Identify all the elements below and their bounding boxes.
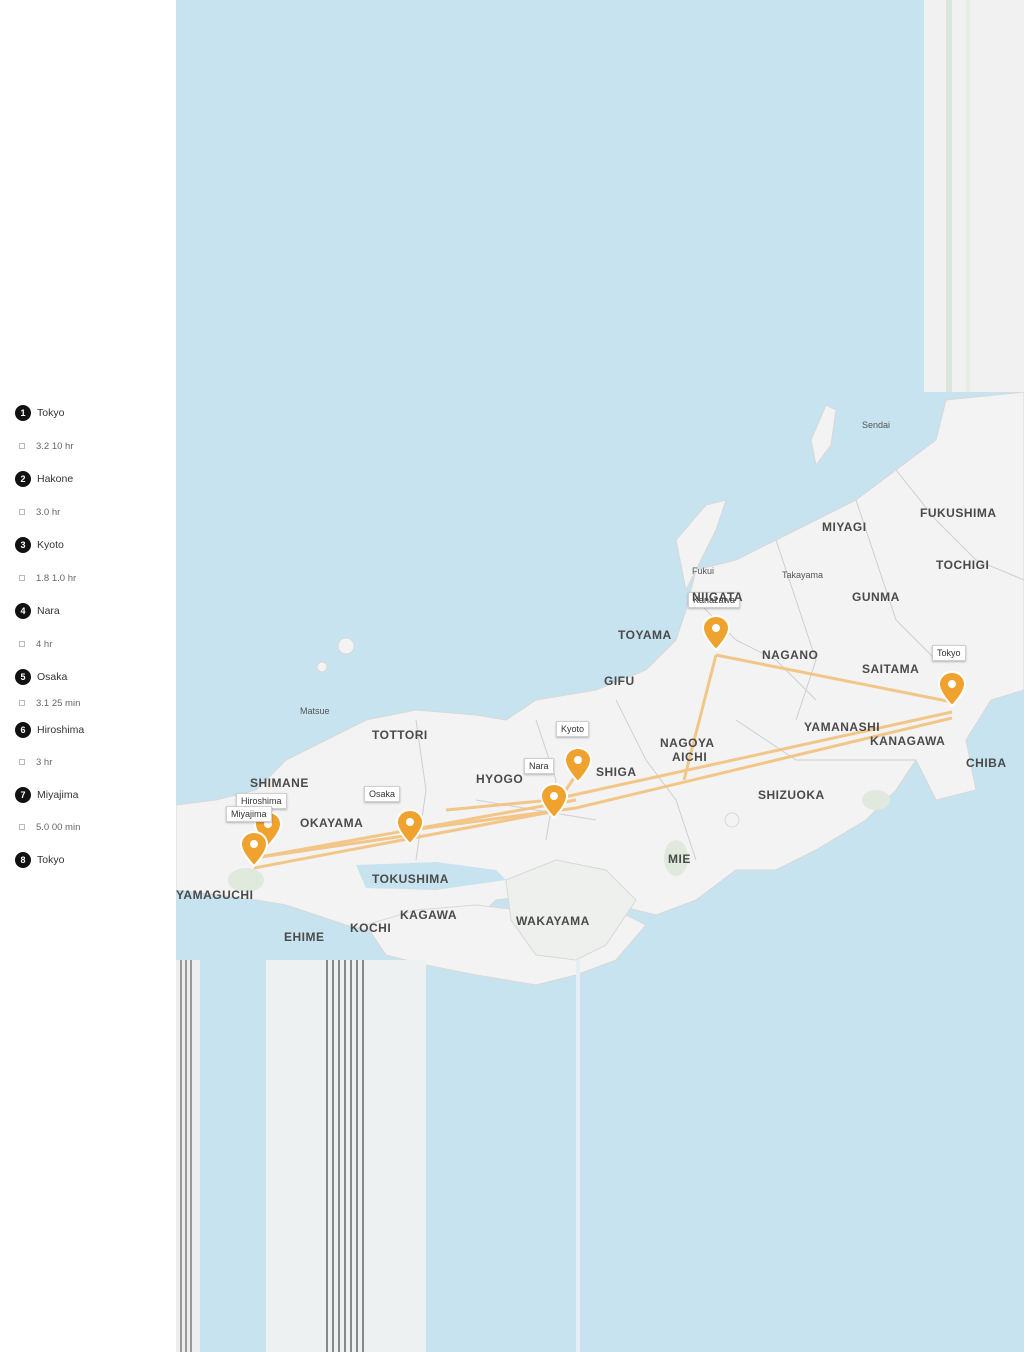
stop-number-badge: 2 <box>15 471 31 487</box>
region-label: HYOGO <box>476 772 524 786</box>
leg-item: 3.1 25 min <box>0 693 80 713</box>
leg-item: 5.0 00 min <box>0 817 80 837</box>
stop-label: Osaka <box>37 671 68 683</box>
leg-duration: 1.8 1.0 hr <box>36 572 77 584</box>
stop-number-badge: 3 <box>15 537 31 553</box>
region-label: YAMAGUCHI <box>176 888 254 902</box>
place-label: Fukui <box>692 566 715 576</box>
region-label: KAGAWA <box>400 908 457 922</box>
region-label: KANAGAWA <box>870 734 946 748</box>
stop-item[interactable]: 8 Tokyo <box>0 848 64 872</box>
stop-label: Tokyo <box>37 407 65 419</box>
pin-label-osaka[interactable]: Osaka <box>364 786 401 802</box>
map-base <box>176 0 1024 1352</box>
region-label: NAGOYA <box>660 736 715 750</box>
pin-label-kyoto[interactable]: Kyoto <box>556 721 590 737</box>
leg-item: 3 hr <box>0 752 52 772</box>
region-label: WAKAYAMA <box>516 914 590 928</box>
stop-item[interactable]: 2 Hakone <box>0 467 73 491</box>
stop-item[interactable]: 7 Miyajima <box>0 783 78 807</box>
region-label: FUKUSHIMA <box>920 506 997 520</box>
region-label: YAMANASHI <box>804 720 881 734</box>
region-label: NAGANO <box>762 648 819 662</box>
stop-item[interactable]: 3 Kyoto <box>0 533 64 557</box>
stop-label: Tokyo <box>37 854 65 866</box>
region-label: AICHI <box>672 750 708 764</box>
region-label: TOCHIGI <box>936 558 990 572</box>
leg-tick-icon <box>19 575 25 581</box>
leg-tick-icon <box>19 700 25 706</box>
map-canvas[interactable]: Tokyo Kanazawa Kyoto Nara Osaka Hiroshim… <box>176 0 1024 1352</box>
stop-label: Kyoto <box>37 539 64 551</box>
region-label: TOYAMA <box>618 628 672 642</box>
stop-item[interactable]: 6 Hiroshima <box>0 718 84 742</box>
stop-label: Nara <box>37 605 60 617</box>
stop-item[interactable]: 4 Nara <box>0 599 60 623</box>
stop-label: Hiroshima <box>37 724 85 736</box>
region-label: SAITAMA <box>862 662 920 676</box>
stop-number-badge: 7 <box>15 787 31 803</box>
stop-number-badge: 1 <box>15 405 31 421</box>
leg-tick-icon <box>19 509 25 515</box>
leg-tick-icon <box>19 443 25 449</box>
region-label: SHIZUOKA <box>758 788 825 802</box>
leg-duration: 3.1 25 min <box>36 697 81 709</box>
leg-duration: 3.0 hr <box>36 506 61 518</box>
region-label: SHIMANE <box>250 776 309 790</box>
itinerary-sidebar: 1 Tokyo 3.2 10 hr 2 Hakone 3.0 hr 3 Kyoto 1… <box>0 0 176 1352</box>
leg-duration: 5.0 00 min <box>36 821 81 833</box>
stop-label: Hakone <box>37 473 74 485</box>
leg-tick-icon <box>19 641 25 647</box>
stop-number-badge: 5 <box>15 669 31 685</box>
pin-label-tokyo[interactable]: Tokyo <box>932 645 966 661</box>
stop-item[interactable]: 1 Tokyo <box>0 401 64 425</box>
region-label: OKAYAMA <box>300 816 364 830</box>
place-label: Sendai <box>862 420 891 430</box>
stop-number-badge: 6 <box>15 722 31 738</box>
pin-label-nara[interactable]: Nara <box>524 758 554 774</box>
region-label: GUNMA <box>852 590 900 604</box>
place-label: Takayama <box>782 570 824 580</box>
stop-number-badge: 4 <box>15 603 31 619</box>
stop-item[interactable]: 5 Osaka <box>0 665 67 689</box>
leg-item: 1.8 1.0 hr <box>0 568 76 588</box>
leg-item: 4 hr <box>0 634 52 654</box>
region-label: MIYAGI <box>822 520 867 534</box>
leg-duration: 3.2 10 hr <box>36 440 74 452</box>
region-label: CHIBA <box>966 756 1007 770</box>
region-label: KOCHI <box>350 921 392 935</box>
stop-label: Miyajima <box>37 789 79 801</box>
leg-tick-icon <box>19 759 25 765</box>
leg-duration: 4 hr <box>36 638 53 650</box>
region-label: SHIGA <box>596 765 637 779</box>
leg-item: 3.0 hr <box>0 502 60 522</box>
region-label: TOKUSHIMA <box>372 872 449 886</box>
place-label: Matsue <box>300 706 330 716</box>
leg-item: 3.2 10 hr <box>0 436 74 456</box>
leg-duration: 3 hr <box>36 756 53 768</box>
region-label: GIFU <box>604 674 635 688</box>
region-label: MIE <box>668 852 691 866</box>
region-label: EHIME <box>284 930 325 944</box>
stop-number-badge: 8 <box>15 852 31 868</box>
region-label: TOTTORI <box>372 728 428 742</box>
region-label: NIIGATA <box>692 590 744 604</box>
leg-tick-icon <box>19 824 25 830</box>
pin-label-miyajima[interactable]: Miyajima <box>226 806 272 822</box>
